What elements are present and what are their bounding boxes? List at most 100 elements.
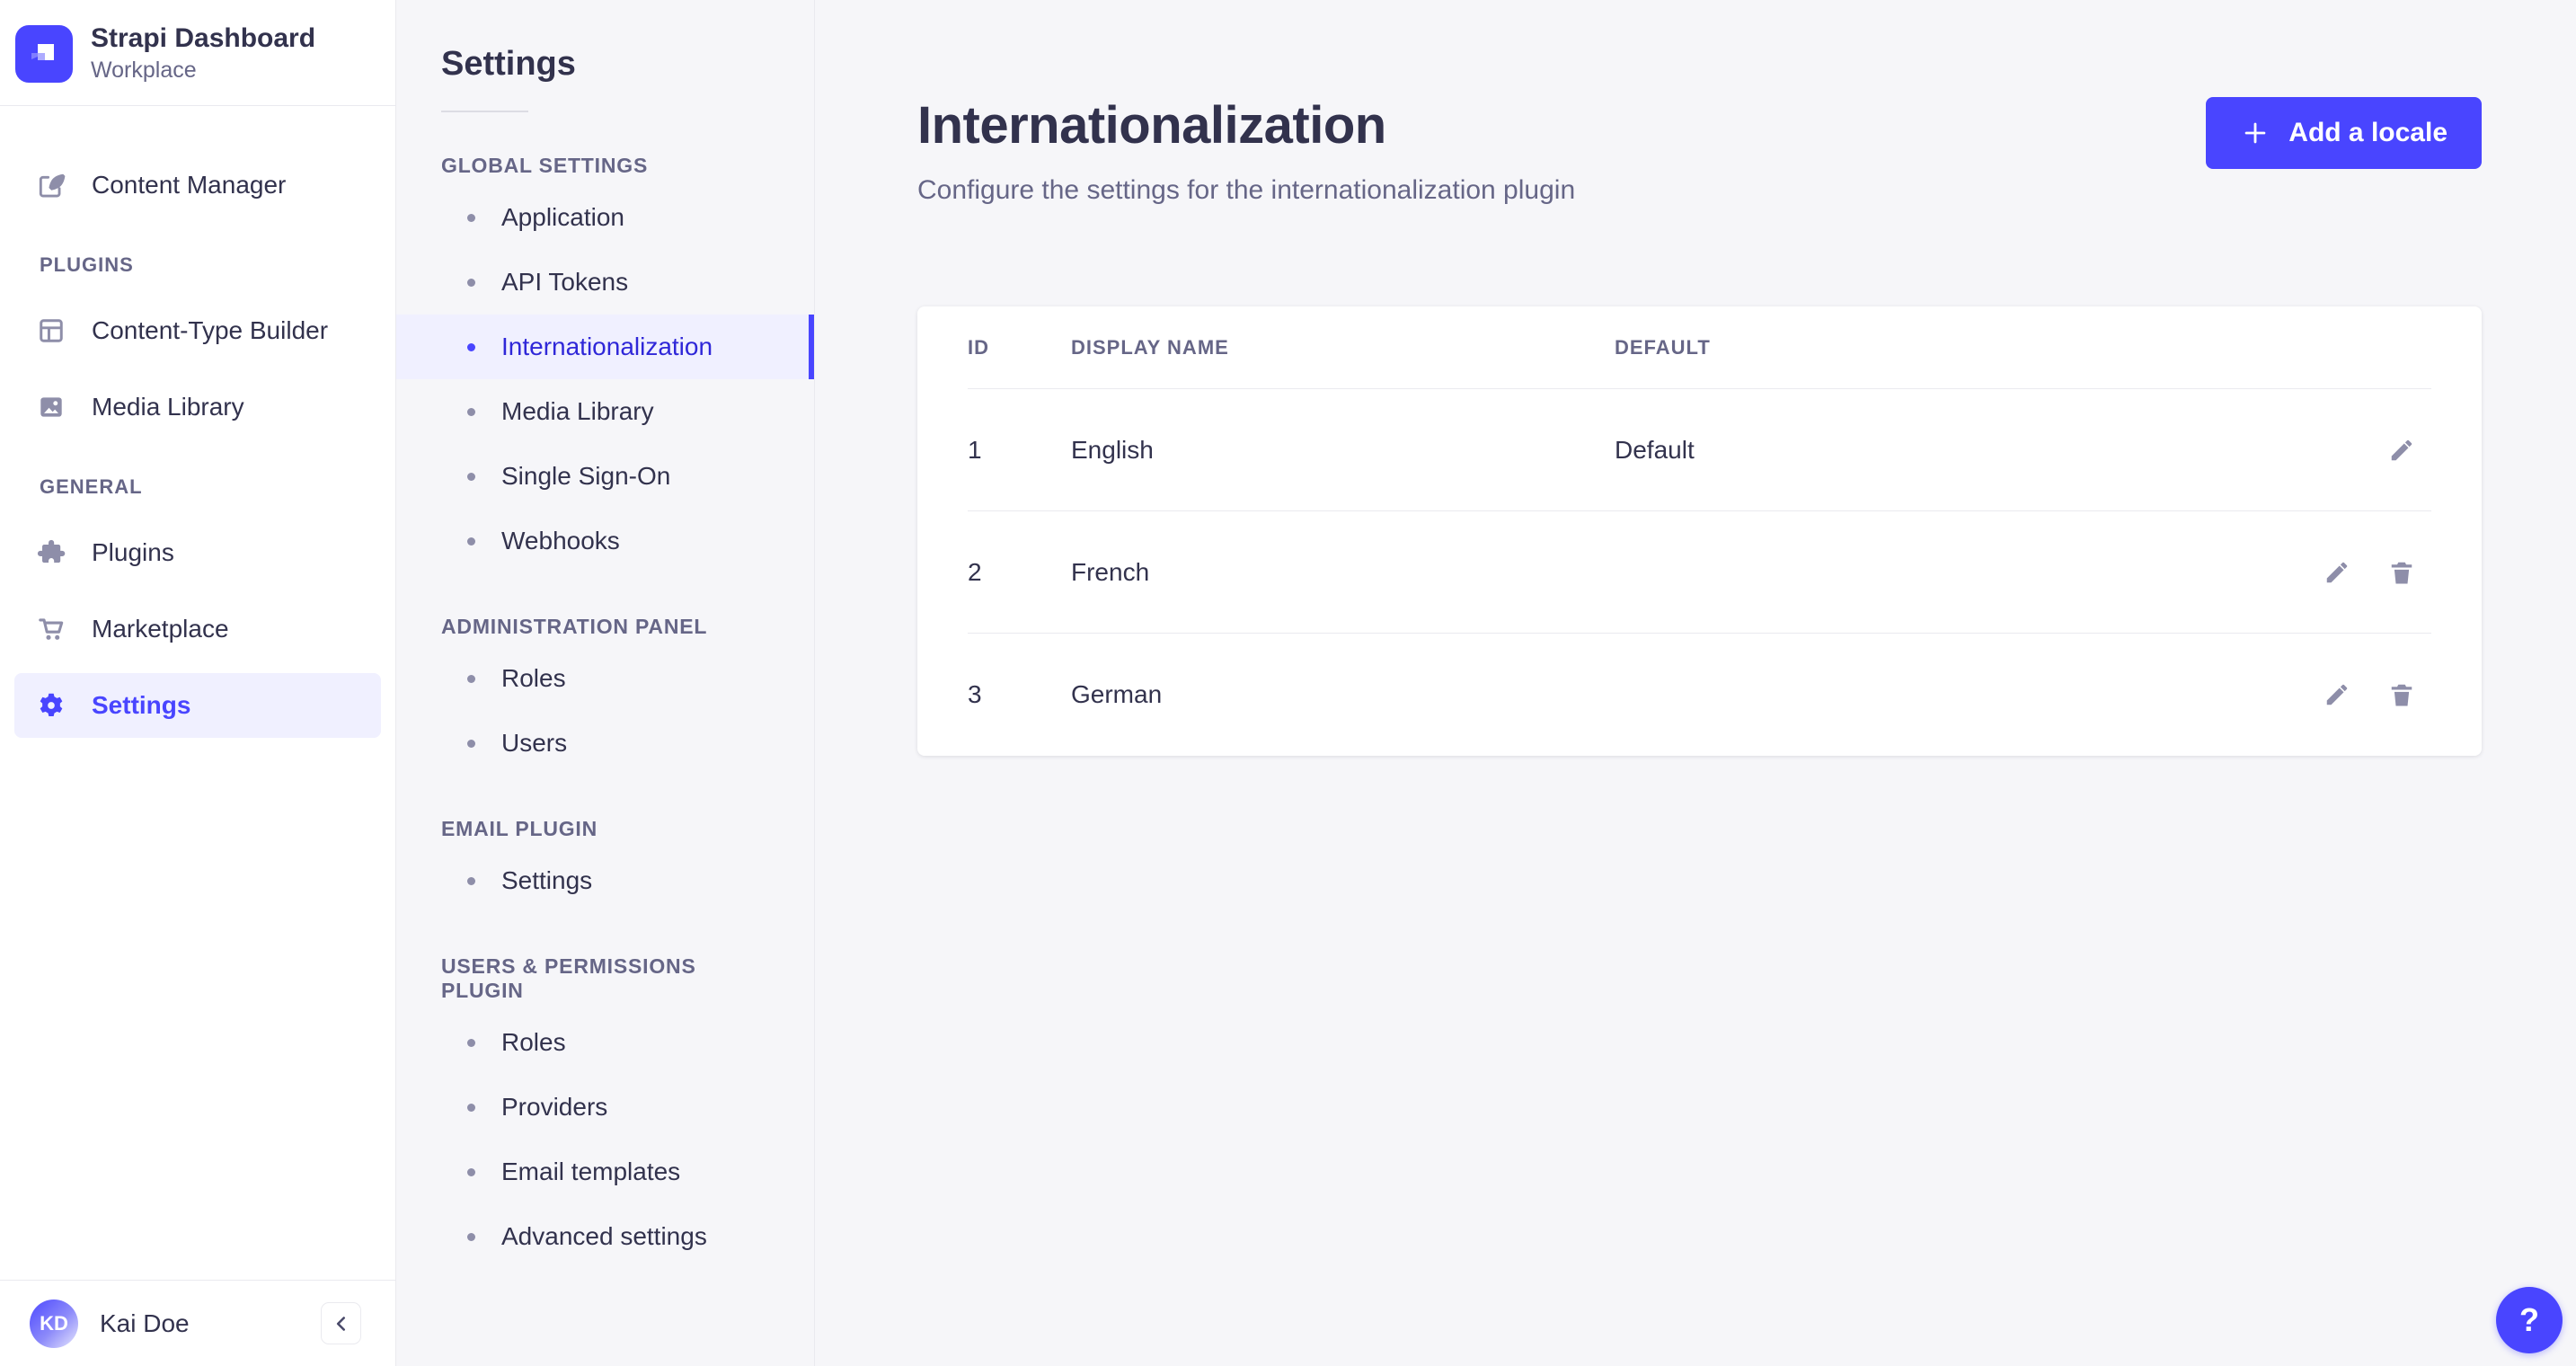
subnav-item-label: Users [501,729,568,757]
subnav-item-media-library[interactable]: Media Library [396,379,814,444]
pencil-icon [2326,562,2348,582]
subnav-item-users[interactable]: Users [396,711,814,776]
cell-display-name: English [1071,435,1154,464]
page-subtitle: Configure the settings for the internati… [917,175,1576,205]
subnav-item-label: Email templates [501,1158,681,1185]
delete-locale-button[interactable] [2385,678,2419,712]
delete-locale-button[interactable] [2385,555,2419,590]
subnav-section-administration-panel: ADMINISTRATION PANEL Roles Users [396,615,814,776]
subnav-section-users-permissions: USERS & PERMISSIONS PLUGIN Roles Provide… [396,954,814,1269]
workspace-switcher[interactable]: Strapi Dashboard Workplace [0,0,395,106]
bullet-icon [467,1038,475,1047]
chevron-left-icon [336,1316,345,1331]
column-header-id: ID [968,335,989,359]
active-indicator [809,315,814,379]
subnav-section-email-plugin: EMAIL PLUGIN Settings [396,817,814,913]
subnav-section-label: USERS & PERMISSIONS PLUGIN [441,954,696,1002]
bullet-icon [467,278,475,287]
column-header-display-name: DISPLAY NAME [1071,335,1229,359]
subnav-item-roles[interactable]: Roles [396,646,814,711]
subnav-item-internationalization[interactable]: Internationalization [396,315,814,379]
content-manager-icon [36,170,66,200]
settings-subnav: Settings GLOBAL SETTINGS Application API… [396,0,815,1366]
subnav-item-label: Settings [501,866,593,894]
subnav-item-label: Providers [501,1093,608,1121]
sidebar-item-label: Marketplace [92,615,229,643]
sidebar-item-label: Plugins [92,538,174,566]
bullet-icon [467,537,475,546]
subnav-item-label: Media Library [501,397,654,425]
bullet-icon [467,876,475,885]
strapi-logo-icon [15,24,73,83]
main-sidebar: Strapi Dashboard Workplace Content Manag… [0,0,396,1366]
user-avatar[interactable]: KD [30,1299,78,1348]
cell-display-name: French [1071,557,1150,586]
subnav-section-global-settings: GLOBAL SETTINGS Application API Tokens I… [396,154,814,573]
subnav-item-label: Single Sign-On [501,462,671,490]
main-navigation: Content Manager PLUGINS Content-Type Bui… [0,106,395,1280]
add-locale-button[interactable]: Add a locale [2206,97,2482,169]
help-button[interactable]: ? [2496,1287,2563,1353]
sidebar-section-plugins: PLUGINS [40,253,134,276]
bullet-icon [467,1103,475,1112]
bullet-icon [467,407,475,416]
plus-icon [2244,122,2266,144]
subnav-item-up-roles[interactable]: Roles [396,1010,814,1075]
trash-icon [2391,562,2412,583]
add-locale-label: Add a locale [2288,118,2448,147]
subnav-item-email-templates[interactable]: Email templates [396,1140,814,1204]
edit-locale-button[interactable] [2385,433,2419,467]
edit-locale-button[interactable] [2320,555,2354,590]
app-title: Strapi Dashboard [91,23,316,53]
main-content: Internationalization Configure the setti… [815,0,2576,1366]
user-name: Kai Doe [100,1308,190,1337]
bullet-icon [467,1232,475,1241]
sidebar-item-media-library[interactable]: Media Library [14,375,381,439]
subnav-item-label: Advanced settings [501,1222,707,1250]
cell-actions [2320,678,2431,712]
sidebar-item-label: Content-Type Builder [92,316,329,344]
workspace-name: Workplace [91,58,197,83]
subnav-item-webhooks[interactable]: Webhooks [396,509,814,573]
table-header-row: ID DISPLAY NAME DEFAULT [968,306,2431,389]
subnav-item-email-settings[interactable]: Settings [396,848,814,913]
subnav-item-label: Roles [501,664,566,692]
bullet-icon [467,472,475,481]
column-header-default: DEFAULT [1615,335,1711,359]
subnav-item-application[interactable]: Application [396,185,814,250]
table-row-english[interactable]: 1 English Default [968,389,2431,511]
subnav-item-providers[interactable]: Providers [396,1075,814,1140]
page-title: Internationalization [917,96,1386,155]
subnav-item-label: Webhooks [501,527,620,554]
table-row-french[interactable]: 2 French [968,511,2431,634]
brand-texts: Strapi Dashboard Workplace [91,23,315,84]
settings-gear-icon [36,690,66,721]
subnav-item-api-tokens[interactable]: API Tokens [396,250,814,315]
table-row-german[interactable]: 3 German [968,634,2431,756]
bullet-icon [467,342,475,351]
collapse-sidebar-button[interactable] [321,1302,361,1344]
sidebar-item-label: Content Manager [92,171,287,199]
sidebar-item-content-manager[interactable]: Content Manager [14,153,381,217]
sidebar-item-marketplace[interactable]: Marketplace [14,597,381,661]
cell-default: Default [1615,435,1695,464]
edit-locale-button[interactable] [2320,678,2354,712]
subnav-section-label: ADMINISTRATION PANEL [441,615,708,638]
subnav-item-label: Roles [501,1028,566,1056]
sidebar-item-content-type-builder[interactable]: Content-Type Builder [14,298,381,363]
locales-table: ID DISPLAY NAME DEFAULT 1 English Defaul… [917,306,2482,756]
subnav-item-single-sign-on[interactable]: Single Sign-On [396,444,814,509]
strapi-glyph [31,43,54,60]
pencil-icon [2391,439,2412,460]
bullet-icon [467,213,475,222]
sidebar-section-general: GENERAL [40,475,143,498]
sidebar-item-plugins[interactable]: Plugins [14,520,381,585]
subnav-item-advanced-settings[interactable]: Advanced settings [396,1204,814,1269]
marketplace-icon [36,614,66,644]
plugins-icon [36,537,66,568]
sidebar-item-settings[interactable]: Settings [14,673,381,738]
settings-subnav-divider [441,111,528,112]
sidebar-item-label: Media Library [92,393,244,421]
avatar-initials: KD [40,1311,68,1335]
cell-display-name: German [1071,680,1163,708]
